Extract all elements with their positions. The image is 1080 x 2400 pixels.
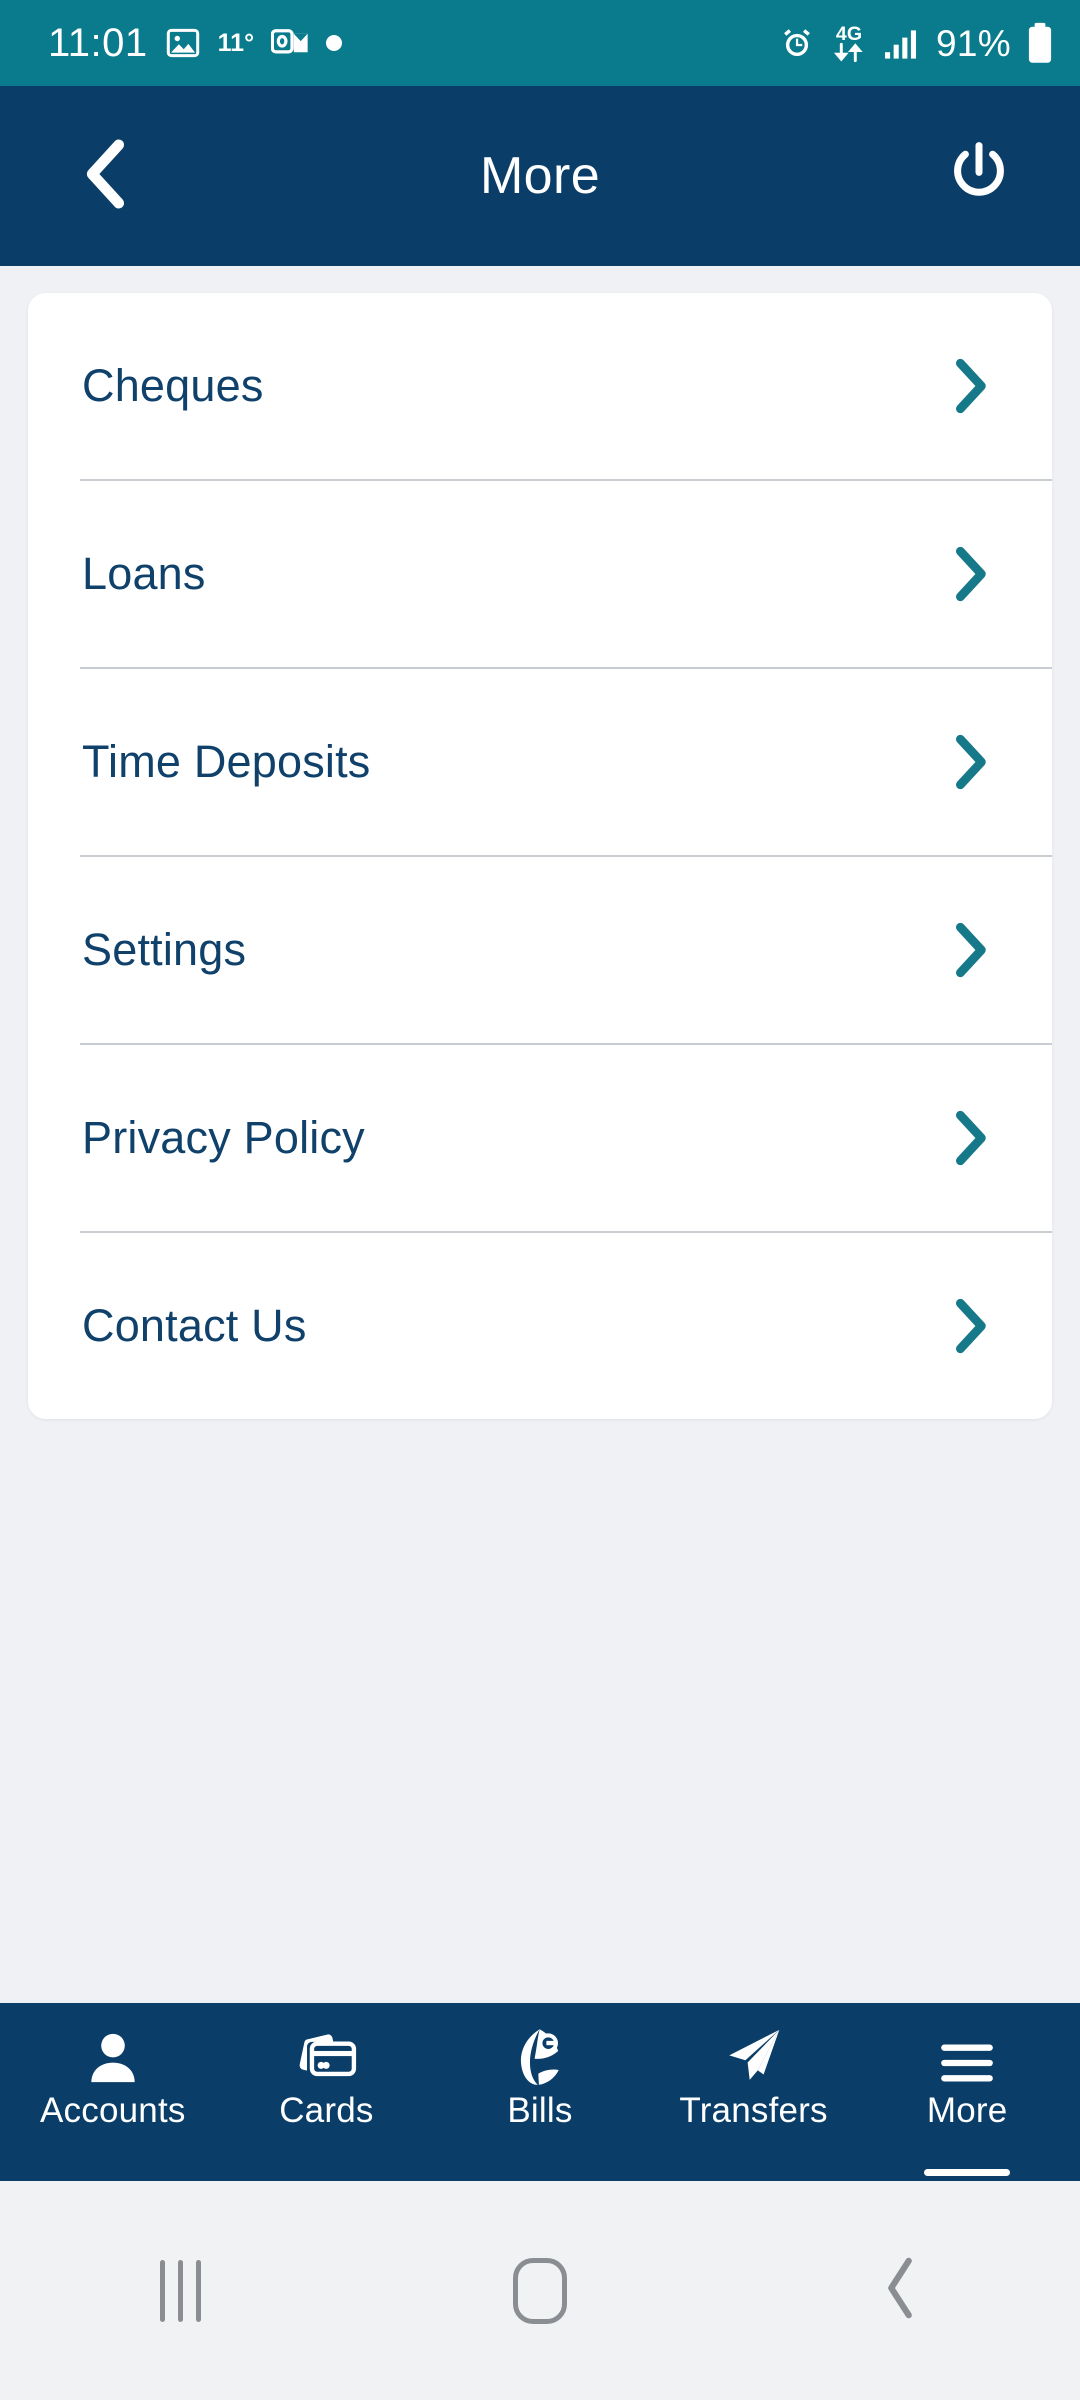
nav-item-bills[interactable]: Bills bbox=[433, 2025, 647, 2181]
status-bar-temperature: 11° bbox=[217, 28, 255, 57]
nav-item-transfers[interactable]: Transfers bbox=[647, 2025, 861, 2181]
nav-item-accounts[interactable]: Accounts bbox=[6, 2025, 220, 2181]
network-4g-label: 4G bbox=[836, 23, 862, 45]
photo-icon bbox=[165, 25, 201, 61]
recents-button[interactable] bbox=[105, 2236, 255, 2346]
more-menu-card: Cheques Loans Time Deposits Settings Pri… bbox=[28, 293, 1052, 1419]
e-bill-icon bbox=[512, 2025, 568, 2087]
battery-percent-label: 91% bbox=[936, 22, 1011, 64]
status-bar-left: 11:01 11° bbox=[48, 21, 343, 65]
menu-item-label: Cheques bbox=[82, 360, 264, 411]
menu-item-privacy-policy[interactable]: Privacy Policy bbox=[28, 1045, 1052, 1231]
credit-cards-icon bbox=[295, 2025, 357, 2087]
alarm-icon bbox=[779, 25, 815, 61]
menu-item-cheques[interactable]: Cheques bbox=[28, 293, 1052, 479]
chevron-right-icon bbox=[940, 732, 1000, 792]
menu-item-loans[interactable]: Loans bbox=[28, 481, 1052, 667]
chevron-right-icon bbox=[940, 920, 1000, 980]
menu-item-label: Loans bbox=[82, 548, 206, 599]
back-button[interactable] bbox=[62, 133, 148, 219]
chevron-right-icon bbox=[940, 356, 1000, 416]
nav-item-cards[interactable]: Cards bbox=[220, 2025, 434, 2181]
status-bar: 11:01 11° 4G 91% bbox=[0, 0, 1080, 86]
status-bar-clock: 11:01 bbox=[48, 21, 148, 65]
recents-icon bbox=[159, 2259, 201, 2322]
system-back-icon bbox=[880, 2255, 920, 2326]
dot-indicator-icon bbox=[326, 35, 343, 51]
bottom-navigation: Accounts Cards Bills Transfers More bbox=[0, 2003, 1080, 2181]
chevron-right-icon bbox=[940, 544, 1000, 604]
menu-item-contact-us[interactable]: Contact Us bbox=[28, 1233, 1052, 1419]
chevron-left-icon bbox=[76, 138, 134, 215]
paper-plane-icon bbox=[723, 2025, 785, 2087]
nav-item-label: Transfers bbox=[679, 2091, 828, 2130]
network-4g-icon: 4G bbox=[830, 22, 868, 64]
signal-bars-icon bbox=[883, 26, 921, 60]
active-tab-indicator bbox=[924, 2169, 1011, 2176]
hamburger-icon bbox=[937, 2025, 997, 2087]
nav-item-label: Accounts bbox=[40, 2091, 186, 2130]
logout-button[interactable] bbox=[936, 133, 1022, 219]
system-navigation-bar bbox=[0, 2181, 1080, 2400]
nav-item-label: More bbox=[926, 2091, 1008, 2130]
power-icon bbox=[944, 139, 1014, 214]
nav-item-label: Bills bbox=[507, 2091, 573, 2130]
menu-item-label: Settings bbox=[82, 924, 247, 975]
chevron-right-icon bbox=[940, 1296, 1000, 1356]
person-icon bbox=[84, 2025, 142, 2087]
status-bar-right: 4G 91% bbox=[779, 22, 1054, 64]
page-title: More bbox=[479, 147, 601, 205]
menu-item-label: Contact Us bbox=[82, 1300, 307, 1351]
phone-screen: 11:01 11° 4G 91% More Cheques Loans Time… bbox=[0, 0, 1080, 2400]
outlook-icon bbox=[271, 26, 309, 60]
chevron-right-icon bbox=[940, 1108, 1000, 1168]
battery-icon bbox=[1026, 22, 1054, 64]
menu-item-label: Time Deposits bbox=[82, 736, 371, 787]
system-back-button[interactable] bbox=[825, 2236, 975, 2346]
menu-item-settings[interactable]: Settings bbox=[28, 857, 1052, 1043]
home-icon bbox=[513, 2257, 567, 2324]
nav-item-label: Cards bbox=[279, 2091, 374, 2130]
nav-item-more[interactable]: More bbox=[860, 2025, 1074, 2181]
menu-item-time-deposits[interactable]: Time Deposits bbox=[28, 669, 1052, 855]
home-button[interactable] bbox=[465, 2236, 615, 2346]
app-header: More bbox=[0, 86, 1080, 266]
menu-item-label: Privacy Policy bbox=[82, 1112, 365, 1163]
